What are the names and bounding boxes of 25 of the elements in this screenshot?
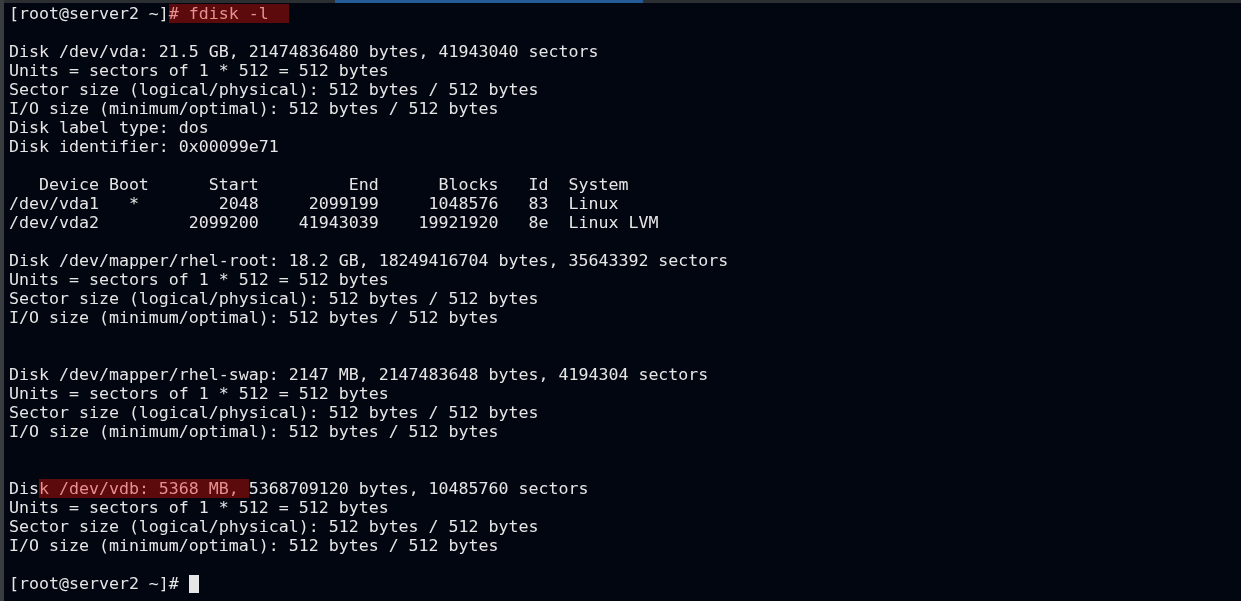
terminal-line: 5368709120 bytes, 10485760 sectors	[248, 479, 589, 498]
terminal-line: I/O size (minimum/optimal): 512 bytes / 512 bytes	[9, 99, 499, 118]
terminal-line: Device Boot Start End Blocks Id System	[37, 175, 629, 194]
terminal-line: [root@server2 ~]#	[9, 574, 180, 593]
terminal-line: /dev/vda2 2099200 41943039 19921920 8e Linux LVM	[9, 213, 659, 232]
terminal-line: Disk /dev/mapper/rhel-swap: 2147 MB, 2147483648 bytes, 4194304 sectors	[9, 365, 709, 384]
terminal-line: I/O size (minimum/optimal): 512 bytes / 512 bytes	[9, 422, 499, 441]
terminal-line: Units = sectors of 1 * 512 = 512 bytes	[9, 270, 389, 289]
terminal-line: Disk identifier: 0x00099e71	[9, 137, 279, 156]
terminal-line: /dev/vda1 * 2048 2099199 1048576 83 Linux	[9, 194, 619, 213]
terminal-line: Units = sectors of 1 * 512 = 512 bytes	[9, 384, 389, 403]
terminal-line: Dis	[9, 479, 39, 498]
highlighted-text: k /dev/vdb: 5368 MB,	[39, 479, 249, 498]
terminal-line: Disk /dev/vda: 21.5 GB, 21474836480 bytes, 41943040 sectors	[9, 42, 599, 61]
terminal-line: Units = sectors of 1 * 512 = 512 bytes	[9, 61, 389, 80]
terminal-line: I/O size (minimum/optimal): 512 bytes / 512 bytes	[9, 308, 499, 327]
terminal-line: [root@server2 ~]	[9, 4, 169, 23]
terminal-line: Disk label type: dos	[9, 118, 209, 137]
terminal-line: Sector size (logical/physical): 512 bytes / 512 bytes	[9, 80, 539, 99]
terminal-line: Units = sectors of 1 * 512 = 512 bytes	[9, 498, 389, 517]
terminal-line: Sector size (logical/physical): 512 bytes / 512 bytes	[9, 289, 539, 308]
terminal-line: Sector size (logical/physical): 512 bytes / 512 bytes	[9, 517, 539, 536]
terminal-line: Sector size (logical/physical): 512 bytes / 512 bytes	[9, 403, 539, 422]
terminal-line: Disk /dev/mapper/rhel-root: 18.2 GB, 18249416704 bytes, 35643392 sectors	[9, 251, 729, 270]
terminal-line: I/O size (minimum/optimal): 512 bytes / 512 bytes	[9, 536, 499, 555]
